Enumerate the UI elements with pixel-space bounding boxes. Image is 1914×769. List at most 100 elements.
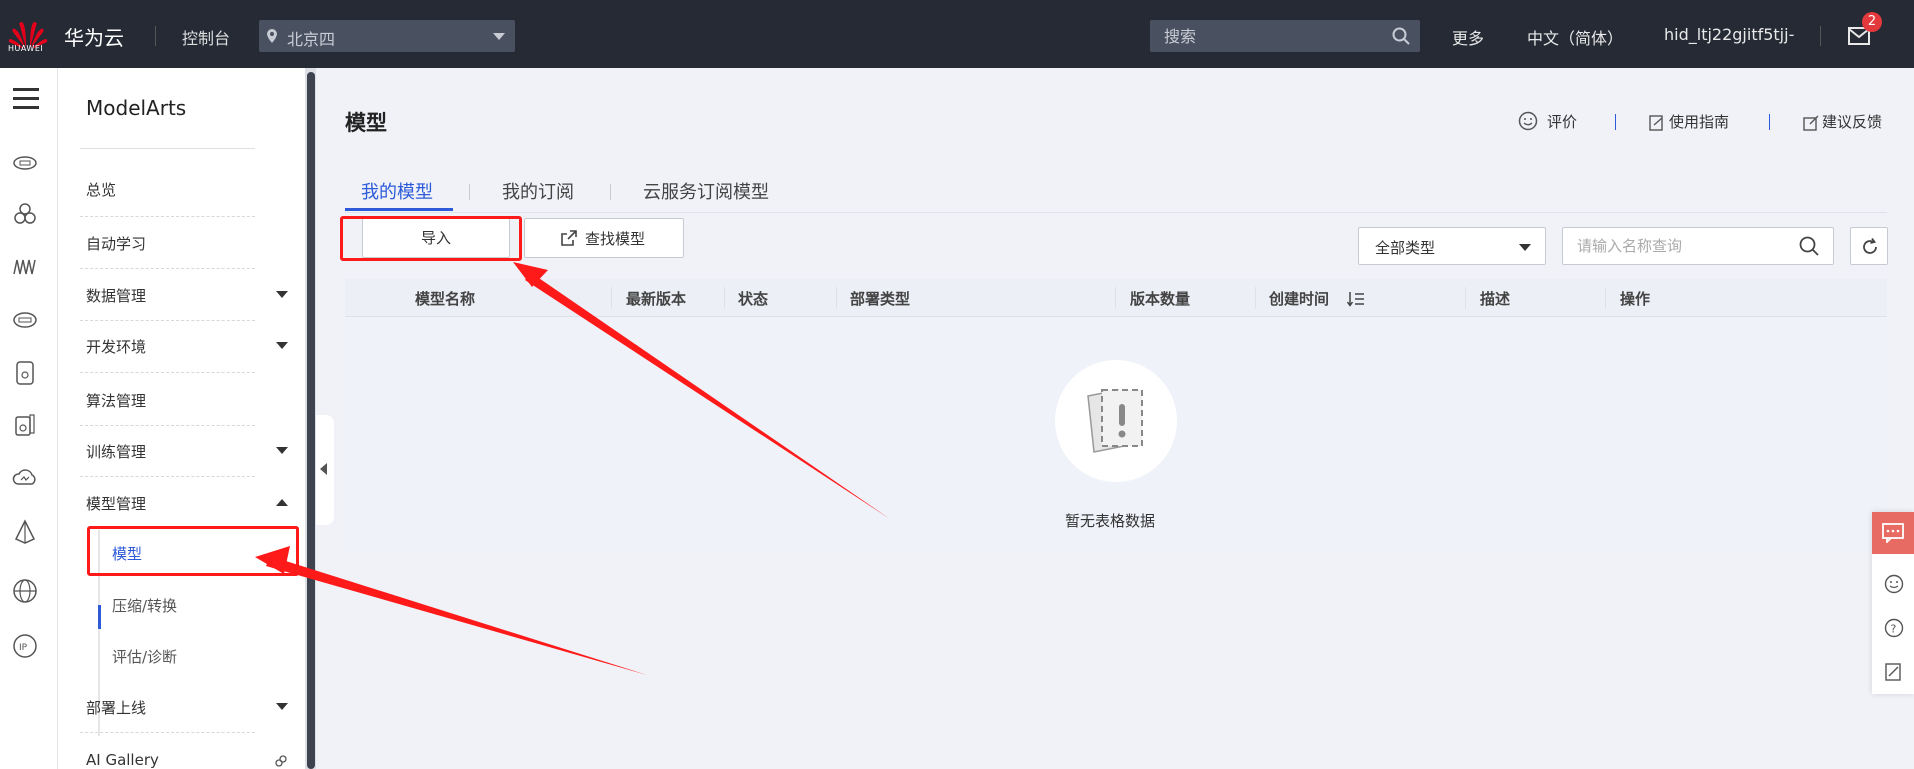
annotation-highlight-box [87,526,299,576]
divider [724,287,725,309]
find-model-button[interactable]: 查找模型 [524,218,684,258]
divider [1605,287,1606,309]
rate-link[interactable]: 评价 [1547,111,1577,132]
divider [80,425,255,426]
chat-button[interactable] [1872,512,1914,554]
sidebar-item-label: 部署上线 [86,699,147,717]
refresh-button[interactable] [1850,227,1888,265]
sort-icon[interactable] [1347,291,1365,307]
hamburger-menu-icon[interactable] [13,88,39,112]
sidebar-item-dev-environment[interactable]: 开发环境 [86,336,288,357]
sidebar-subitem-compress-convert[interactable]: 压缩/转换 [112,595,177,616]
sidebar-item-auto-learning[interactable]: 自动学习 [86,233,286,254]
sidebar-item-label: 开发环境 [86,338,147,356]
chat-icon [1882,523,1904,543]
divider [610,184,611,200]
model-table-header: 模型名称 最新版本 状态 部署类型 版本数量 创建时间 描述 操作 [345,279,1887,317]
service-sidebar: ModelArts 总览 自动学习 数据管理 开发环境 算法管理 训练管理 模型… [58,68,305,769]
sidebar-collapse-toggle[interactable] [316,415,334,525]
divider [155,26,156,46]
tab-my-models[interactable]: 我的模型 [361,178,433,204]
user-account[interactable]: hid_ltj22gjitf5tjj- [1664,25,1794,44]
col-actions: 操作 [1620,290,1651,308]
empty-state-illustration [1055,360,1177,482]
divider [80,732,255,733]
chevron-down-icon [276,291,288,298]
pyramid-icon[interactable] [12,519,38,545]
col-description: 描述 [1480,290,1511,308]
wave-icon[interactable] [12,254,38,280]
svg-text:IP: IP [19,643,28,653]
guide-icon [1649,115,1663,131]
divider [1820,26,1821,46]
page-title: 模型 [345,111,387,135]
model-type-value: 全部类型 [1375,239,1436,257]
sidebar-item-overview[interactable]: 总览 [86,179,286,200]
tab-cloud-service-models[interactable]: 云服务订阅模型 [643,178,769,204]
search-icon[interactable] [1799,236,1819,256]
edit-icon [1803,115,1819,131]
col-version-count: 版本数量 [1130,290,1191,308]
divider [80,268,255,269]
chevron-up-icon [276,499,288,506]
notification-badge: 2 [1862,12,1882,32]
find-model-label: 查找模型 [585,230,646,248]
empty-data-icon [1087,389,1143,453]
smiley-icon [1518,111,1538,131]
service-icon-rail: IP [0,68,58,769]
sidebar-item-algorithm-management[interactable]: 算法管理 [86,390,286,411]
tab-my-subscriptions[interactable]: 我的订阅 [502,178,574,204]
storage-icon[interactable] [12,307,38,333]
model-type-select[interactable]: 全部类型 [1358,227,1546,265]
sidebar-item-deploy[interactable]: 部署上线 [86,697,288,718]
help-icon[interactable]: ? [1884,618,1904,638]
sidebar-item-label: 训练管理 [86,443,147,461]
feedback-link[interactable]: 建议反馈 [1822,111,1882,132]
col-created-time[interactable]: 创建时间 [1269,288,1329,309]
sidebar-item-model-management[interactable]: 模型管理 [86,493,288,514]
more-menu[interactable]: 更多 [1452,25,1484,49]
col-status: 状态 [738,290,769,308]
sidebar-item-label: 模型管理 [86,495,147,513]
sidebar-item-ai-gallery[interactable]: AI Gallery [86,751,286,769]
sidebar-item-data-management[interactable]: 数据管理 [86,285,288,306]
global-search-input[interactable] [1150,20,1420,52]
annotation-highlight-box [340,216,522,261]
external-link-icon[interactable] [274,754,288,768]
col-latest-version: 最新版本 [626,290,687,308]
smiley-icon[interactable] [1884,574,1904,594]
divider [469,184,470,200]
divider [1255,287,1256,309]
search-icon[interactable] [1392,27,1410,45]
region-selector[interactable]: 北京四 [259,20,515,52]
console-link[interactable]: 控制台 [182,25,230,49]
location-pin-icon [267,29,277,43]
edit-note-icon[interactable] [1884,662,1904,682]
database-icon[interactable] [12,360,38,386]
brand-name[interactable]: 华为云 [64,22,124,51]
sidebar-subitem-evaluate-diagnose[interactable]: 评估/诊断 [112,646,177,667]
sidebar-scrollbar-thumb[interactable] [307,72,315,769]
device-icon[interactable] [12,413,38,439]
cluster-icon[interactable] [12,201,38,227]
divider [836,287,837,309]
cloud-service-icon[interactable] [12,148,38,174]
top-navigation-bar: HUAWEI 华为云 控制台 北京四 更多 中文（简体） hid_ltj22gj… [0,0,1914,68]
divider [80,476,255,477]
model-name-search-input[interactable] [1562,227,1834,265]
cloud-link-icon[interactable] [12,466,38,492]
svg-text:?: ? [1891,623,1897,636]
annotation-arrow [266,556,647,675]
logo-wordmark: HUAWEI [8,44,44,53]
language-selector[interactable]: 中文（简体） [1527,25,1623,49]
divider [611,287,612,309]
sidebar-item-training-management[interactable]: 训练管理 [86,441,288,462]
ip-icon[interactable]: IP [12,633,38,659]
collapse-arrow-icon [320,463,327,475]
sidebar-item-label: 数据管理 [86,287,147,305]
chevron-down-icon [276,342,288,349]
chevron-down-icon [1519,244,1531,251]
user-guide-link[interactable]: 使用指南 [1669,111,1729,132]
globe-icon[interactable] [12,578,38,604]
sidebar-title: ModelArts [86,96,187,120]
